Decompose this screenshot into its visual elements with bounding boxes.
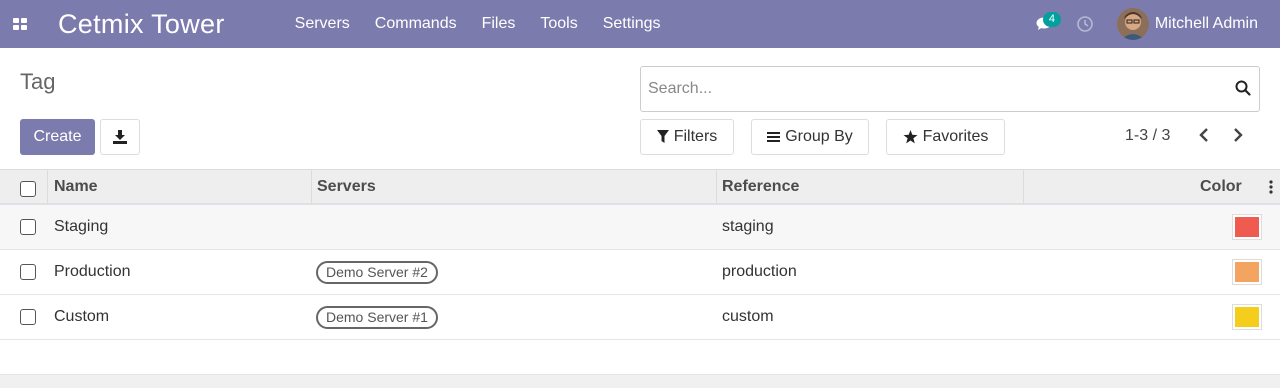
favorites-label: Favorites [922, 128, 989, 145]
download-icon [113, 130, 127, 144]
favorites-button[interactable]: Favorites [886, 119, 1005, 155]
column-divider [716, 170, 717, 204]
breadcrumb: Tag [20, 69, 56, 94]
app-brand[interactable]: Cetmix Tower [58, 9, 225, 40]
column-header-name[interactable]: Name [54, 170, 98, 204]
column-divider [1023, 170, 1024, 204]
table-row[interactable]: Staging staging [0, 205, 1280, 250]
filters-label: Filters [673, 128, 718, 145]
optional-columns-icon[interactable] [1268, 180, 1274, 194]
column-header-reference[interactable]: Reference [722, 170, 799, 204]
select-all-checkbox[interactable] [20, 181, 36, 197]
row-checkbox[interactable] [20, 219, 36, 235]
group-by-label: Group By [785, 128, 853, 145]
bars-icon [767, 132, 781, 142]
column-header-servers[interactable]: Servers [317, 170, 376, 204]
apps-menu-icon[interactable] [0, 0, 40, 48]
color-swatch[interactable] [1232, 214, 1262, 240]
menu-item-servers[interactable]: Servers [295, 15, 350, 33]
column-header-color[interactable]: Color [1200, 170, 1242, 204]
search-input[interactable] [641, 80, 1221, 98]
user-menu[interactable]: Mitchell Admin [1116, 8, 1258, 40]
tag-list-table: Name Servers Reference Color Staging sta… [0, 169, 1280, 340]
table-header: Name Servers Reference Color [0, 169, 1280, 205]
row-checkbox[interactable] [20, 309, 36, 325]
bottom-scroll-area [0, 374, 1280, 388]
color-swatch[interactable] [1232, 259, 1262, 285]
filters-button[interactable]: Filters [640, 119, 734, 155]
tag-name: Production [54, 263, 131, 280]
star-icon [903, 130, 918, 144]
menu-item-tools[interactable]: Tools [540, 15, 577, 33]
table-row[interactable]: Custom Demo Server #1 custom [0, 295, 1280, 340]
pager-value[interactable]: 1-3 / 3 [1125, 127, 1170, 145]
export-button[interactable] [100, 119, 140, 155]
top-navbar: Cetmix Tower Servers Commands Files Tool… [0, 0, 1280, 48]
avatar [1116, 8, 1149, 40]
search-bar [640, 66, 1260, 112]
column-divider [311, 170, 312, 204]
menu-item-commands[interactable]: Commands [375, 15, 457, 33]
menu-item-settings[interactable]: Settings [603, 15, 661, 33]
activity-menu[interactable] [1065, 0, 1105, 48]
chevron-right-icon[interactable] [1232, 127, 1244, 143]
messages-count-badge: 4 [1042, 12, 1061, 27]
systray: 4 Mitchell Admin [1025, 0, 1280, 48]
color-swatch[interactable] [1232, 304, 1262, 330]
tag-name: Custom [54, 308, 110, 325]
chevron-left-icon[interactable] [1198, 127, 1210, 143]
menu-item-files[interactable]: Files [482, 15, 516, 33]
server-tag[interactable]: Demo Server #1 [316, 306, 438, 329]
server-tag[interactable]: Demo Server #2 [316, 261, 438, 284]
tag-reference: production [722, 263, 797, 280]
filter-icon [656, 130, 669, 143]
clock-icon [1077, 16, 1093, 32]
tag-reference: staging [722, 218, 774, 235]
tag-reference: custom [722, 308, 774, 325]
column-divider [47, 170, 48, 204]
messaging-menu[interactable]: 4 [1025, 0, 1065, 48]
search-icon[interactable] [1235, 80, 1251, 96]
user-name: Mitchell Admin [1154, 15, 1258, 32]
group-by-button[interactable]: Group By [751, 119, 869, 155]
table-row[interactable]: Production Demo Server #2 production [0, 250, 1280, 295]
main-menu: Servers Commands Files Tools Settings [295, 15, 686, 33]
row-checkbox[interactable] [20, 264, 36, 280]
create-button[interactable]: Create [20, 119, 95, 155]
tag-name: Staging [54, 218, 109, 235]
